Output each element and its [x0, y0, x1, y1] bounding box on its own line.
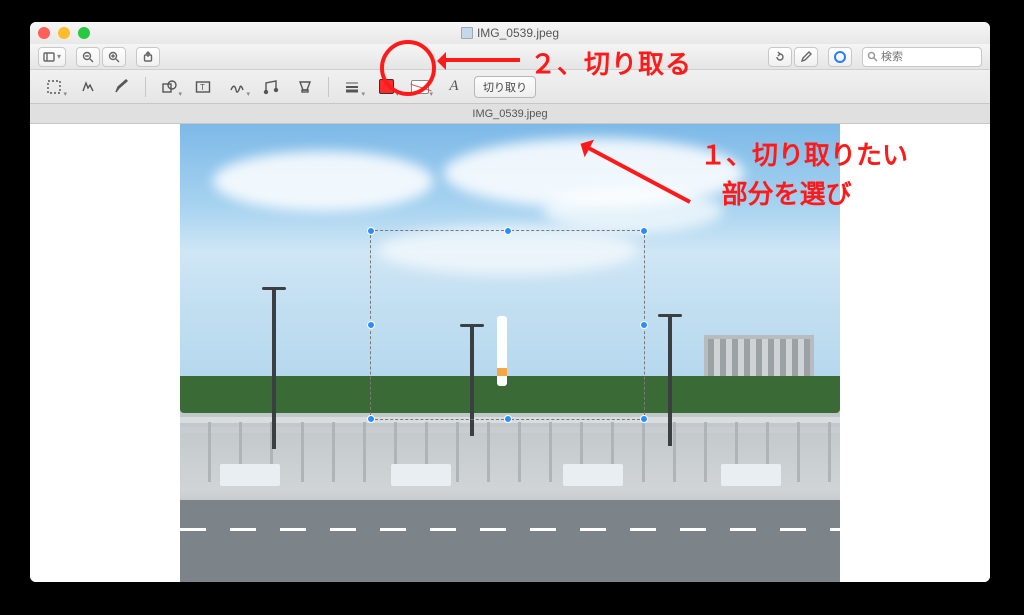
preview-window: IMG_0539.jpeg ▾	[30, 22, 990, 582]
shapes-icon	[161, 79, 177, 95]
line-weight-icon	[344, 79, 360, 95]
signature-icon	[229, 79, 245, 95]
search-input[interactable]	[881, 51, 971, 63]
minimize-button[interactable]	[58, 27, 70, 39]
sign-button[interactable]: ▾	[223, 75, 251, 99]
resize-handle-tm[interactable]	[504, 227, 512, 235]
rotate-button[interactable]	[768, 47, 792, 67]
maximize-button[interactable]	[78, 27, 90, 39]
selection-tool-button[interactable]: ▾	[40, 75, 68, 99]
resize-handle-br[interactable]	[640, 415, 648, 423]
window-title: IMG_0539.jpeg	[30, 26, 990, 40]
titlebar: IMG_0539.jpeg	[30, 22, 990, 44]
at-icon	[834, 51, 846, 63]
tab-strip[interactable]: IMG_0539.jpeg	[30, 104, 990, 124]
zoom-in-button[interactable]	[102, 47, 126, 67]
markup-toolbar: ▾ ▾ T ▾ ▾ ▾	[30, 70, 990, 104]
border-color-button[interactable]: ▾	[372, 75, 400, 99]
window-title-text: IMG_0539.jpeg	[477, 26, 559, 40]
markup-toggle-button[interactable]	[794, 47, 818, 67]
highlight-button[interactable]	[291, 75, 319, 99]
highlight-icon	[297, 79, 313, 95]
info-button[interactable]	[828, 47, 852, 67]
resize-handle-bm[interactable]	[504, 415, 512, 423]
resize-handle-mr[interactable]	[640, 321, 648, 329]
instant-alpha-button[interactable]	[74, 75, 102, 99]
lasso-icon	[80, 79, 96, 95]
zoom-out-button[interactable]	[76, 47, 100, 67]
resize-handle-bl[interactable]	[367, 415, 375, 423]
file-type-icon	[461, 27, 473, 39]
crop-button[interactable]: 切り取り	[474, 76, 536, 98]
adjust-color-button[interactable]	[257, 75, 285, 99]
search-field[interactable]	[862, 47, 982, 67]
share-icon	[142, 51, 154, 63]
sketch-button[interactable]	[108, 75, 136, 99]
fill-swatch-icon	[411, 80, 429, 94]
crop-button-label: 切り取り	[483, 79, 527, 95]
resize-handle-ml[interactable]	[367, 321, 375, 329]
tab-label: IMG_0539.jpeg	[472, 108, 547, 120]
note-icon	[263, 79, 279, 95]
search-icon	[867, 51, 878, 62]
line-style-button[interactable]: ▾	[338, 75, 366, 99]
zoom-in-icon	[108, 51, 120, 63]
sidebar-icon	[43, 51, 55, 63]
image-canvas[interactable]	[180, 124, 840, 582]
share-button[interactable]	[136, 47, 160, 67]
text-button[interactable]: T	[189, 75, 217, 99]
zoom-out-icon	[82, 51, 94, 63]
resize-handle-tl[interactable]	[367, 227, 375, 235]
svg-text:T: T	[200, 83, 205, 92]
font-letter: A	[449, 78, 458, 95]
selection-marquee[interactable]	[370, 230, 645, 420]
content-area: IMG_0539.jpeg	[30, 104, 990, 582]
main-toolbar: ▾	[30, 44, 990, 70]
close-button[interactable]	[38, 27, 50, 39]
separator	[145, 77, 146, 97]
pencil-draw-icon	[114, 79, 130, 95]
rotate-icon	[774, 51, 786, 63]
fill-color-button[interactable]: ▾	[406, 75, 434, 99]
font-style-button[interactable]: A	[440, 75, 468, 99]
shapes-button[interactable]: ▾	[155, 75, 183, 99]
sidebar-toggle-button[interactable]: ▾	[38, 47, 66, 67]
pencil-icon	[800, 51, 812, 63]
resize-handle-tr[interactable]	[640, 227, 648, 235]
selection-rect-icon	[46, 79, 62, 95]
color-swatch-icon	[379, 79, 394, 94]
traffic-lights	[38, 27, 90, 39]
text-box-icon: T	[195, 79, 211, 95]
separator	[328, 77, 329, 97]
